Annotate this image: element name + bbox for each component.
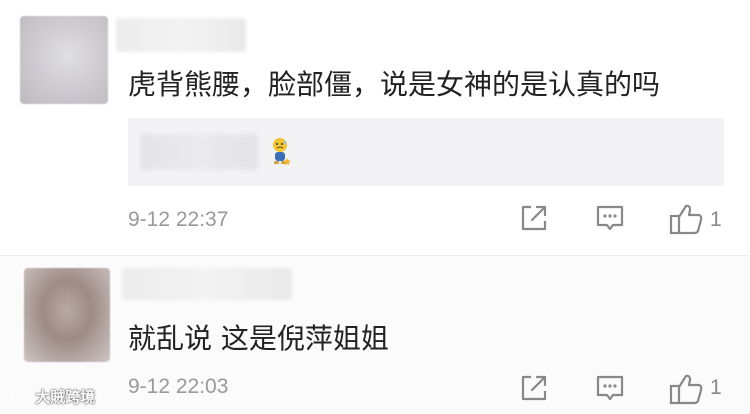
- watermark-text: 大賊跨境: [35, 388, 96, 406]
- like-count: 1: [710, 376, 722, 399]
- username-blurred[interactable]: [116, 18, 246, 52]
- sweat-doll-emoji-icon: [273, 138, 291, 166]
- comment-time: 9-12 22:03: [128, 375, 229, 398]
- comment-item: 就乱说 这是倪萍姐姐 9-12 22:03 1: [0, 256, 750, 414]
- reply-preview[interactable]: [128, 118, 724, 186]
- reply-username-blurred: [140, 134, 258, 170]
- avatar[interactable]: [20, 16, 108, 104]
- watermark: 大賊跨境: [8, 386, 108, 408]
- comment-text: 虎背熊腰，脸部僵，说是女神的是认真的吗: [128, 68, 661, 101]
- watermark-logo-icon: [10, 391, 30, 404]
- thumbs-up-icon[interactable]: [668, 202, 704, 236]
- comment-icon[interactable]: [594, 372, 626, 404]
- thumbs-up-icon[interactable]: [668, 372, 704, 406]
- comment-icon[interactable]: [594, 202, 626, 234]
- comment-time: 9-12 22:37: [128, 208, 229, 231]
- share-icon[interactable]: [518, 372, 550, 404]
- share-icon[interactable]: [518, 202, 550, 234]
- like-count: 1: [710, 208, 722, 231]
- comment-item: 虎背熊腰，脸部僵，说是女神的是认真的吗 9-12 22:37 1: [0, 0, 750, 256]
- avatar[interactable]: [24, 268, 110, 362]
- comment-text: 就乱说 这是倪萍姐姐: [128, 322, 389, 355]
- username-blurred[interactable]: [122, 268, 292, 300]
